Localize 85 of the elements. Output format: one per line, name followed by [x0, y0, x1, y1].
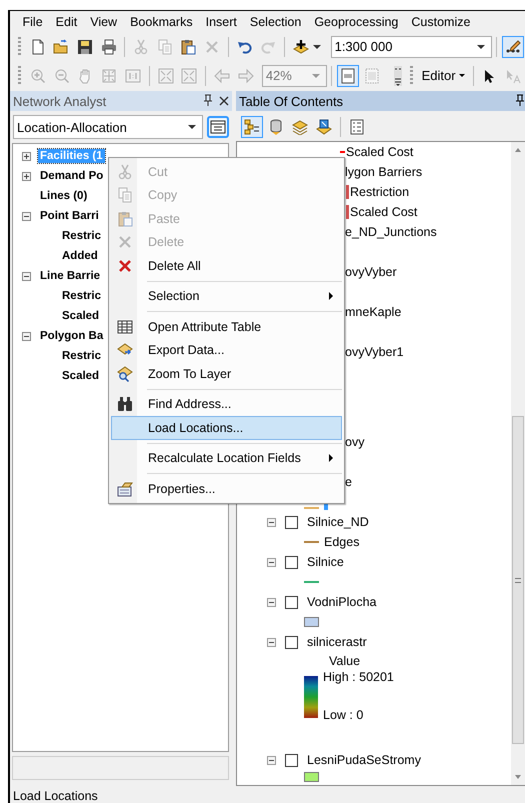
- checkbox[interactable]: [285, 754, 298, 766]
- tree-item[interactable]: Restric: [60, 349, 103, 363]
- window-icon[interactable]: [207, 116, 229, 138]
- delete-icon: [117, 234, 133, 250]
- scissors-icon: [117, 164, 133, 180]
- menu-item[interactable]: Selection: [111, 284, 342, 308]
- checkbox[interactable]: [285, 556, 298, 568]
- layer-name[interactable]: silnicerastr: [307, 635, 367, 649]
- scale-field[interactable]: 1:300 000: [330, 36, 492, 58]
- menu-item[interactable]: Find Address...: [111, 392, 342, 416]
- menu-item[interactable]: Properties...: [111, 477, 342, 500]
- collapse-icon[interactable]: [267, 598, 276, 606]
- pin-icon[interactable]: [515, 94, 525, 108]
- panel-title: Table Of Contents: [239, 94, 344, 108]
- menu-item[interactable]: Open Attribute Table: [111, 315, 342, 338]
- color-ramp: [304, 676, 318, 718]
- menu-item[interactable]: Export Data...: [111, 338, 342, 362]
- status-text: Load Locations: [13, 789, 98, 803]
- collapse-icon[interactable]: [22, 272, 31, 280]
- binoculars-icon: [117, 396, 133, 412]
- tree-item[interactable]: Scaled: [60, 309, 102, 323]
- edit-tool-icon[interactable]: [502, 36, 524, 58]
- menu-item[interactable]: Recalculate Location Fields: [111, 446, 342, 470]
- legend-label: Restriction: [350, 185, 410, 199]
- layer-name[interactable]: lygon Barriers: [345, 165, 422, 179]
- menu-item[interactable]: Delete All: [111, 254, 342, 278]
- layer-name[interactable]: Silnice_ND: [307, 515, 369, 529]
- legend-label: Scaled Cost: [350, 205, 418, 219]
- page-icon[interactable]: [337, 64, 359, 86]
- tree-item[interactable]: Restric: [60, 229, 103, 243]
- layer-name[interactable]: e_ND_Junctions: [345, 225, 437, 239]
- menu-item[interactable]: Insert: [199, 14, 244, 28]
- layer-name[interactable]: ovyVyber1: [345, 345, 404, 359]
- copy-icon: [117, 187, 133, 204]
- menu-item[interactable]: Geoprocessing: [308, 14, 405, 28]
- collapse-icon[interactable]: [267, 558, 276, 566]
- collapse-icon[interactable]: [267, 756, 276, 764]
- scrollbar[interactable]: [511, 142, 525, 785]
- tree-item[interactable]: Point Barri: [38, 209, 101, 223]
- layer-name[interactable]: Silnice: [307, 555, 344, 569]
- panel-title: Network Analyst: [13, 94, 108, 108]
- menu-item[interactable]: File: [16, 14, 50, 28]
- menu-item[interactable]: Selection: [243, 14, 308, 28]
- legend-title: Value: [329, 654, 360, 668]
- overflow-icon[interactable]: [394, 66, 402, 86]
- checkbox[interactable]: [285, 636, 298, 648]
- tree-item[interactable]: Added: [60, 249, 100, 263]
- menu-item[interactable]: Zoom To Layer: [111, 362, 342, 386]
- table-icon: [117, 318, 133, 335]
- layer-name[interactable]: VodniPlocha: [307, 595, 377, 609]
- checkbox[interactable]: [285, 596, 298, 608]
- legend-label: Scaled Cost: [346, 145, 414, 159]
- checkbox[interactable]: [285, 516, 298, 528]
- paste-icon: [117, 210, 133, 227]
- tree-item[interactable]: Demand Po: [38, 169, 106, 183]
- menu-item[interactable]: Bookmarks: [124, 14, 200, 28]
- layer-name[interactable]: LesniPudaSeStromy: [307, 753, 421, 767]
- solver-dropdown[interactable]: Location-Allocation: [13, 115, 203, 139]
- collapse-icon[interactable]: [267, 638, 276, 646]
- layer-name[interactable]: e: [345, 475, 352, 489]
- collapse-icon[interactable]: [22, 212, 31, 220]
- menu-item[interactable]: Customize: [404, 14, 477, 28]
- layer-name[interactable]: mneKaple: [345, 305, 402, 319]
- layer-name[interactable]: ovy: [345, 435, 364, 449]
- expand-icon[interactable]: [22, 152, 31, 160]
- tree-item[interactable]: Polygon Ba: [38, 329, 106, 343]
- legend-label: High : 50201: [323, 670, 394, 684]
- collapse-icon[interactable]: [22, 332, 31, 340]
- cross-icon: [117, 258, 133, 274]
- expand-icon[interactable]: [22, 172, 31, 180]
- editor-menu[interactable]: Editor: [418, 66, 469, 85]
- properties-icon: [117, 480, 133, 497]
- drawing-order-icon[interactable]: [241, 116, 263, 138]
- tree-item[interactable]: Restric: [60, 289, 103, 303]
- zoom-layer-icon: [117, 366, 133, 382]
- tree-item[interactable]: Line Barrie: [38, 269, 102, 283]
- menu-item[interactable]: View: [84, 14, 124, 28]
- legend-label: Low : 0: [323, 708, 364, 722]
- collapse-icon[interactable]: [267, 518, 276, 526]
- tree-item[interactable]: Lines (0): [38, 189, 90, 203]
- layer-name[interactable]: ovyVyber: [345, 265, 397, 279]
- menu-item[interactable]: Edit: [49, 14, 84, 28]
- menu-item[interactable]: Load Locations...: [111, 416, 342, 440]
- legend-label: Edges: [324, 535, 360, 549]
- tree-item[interactable]: Scaled: [60, 369, 102, 383]
